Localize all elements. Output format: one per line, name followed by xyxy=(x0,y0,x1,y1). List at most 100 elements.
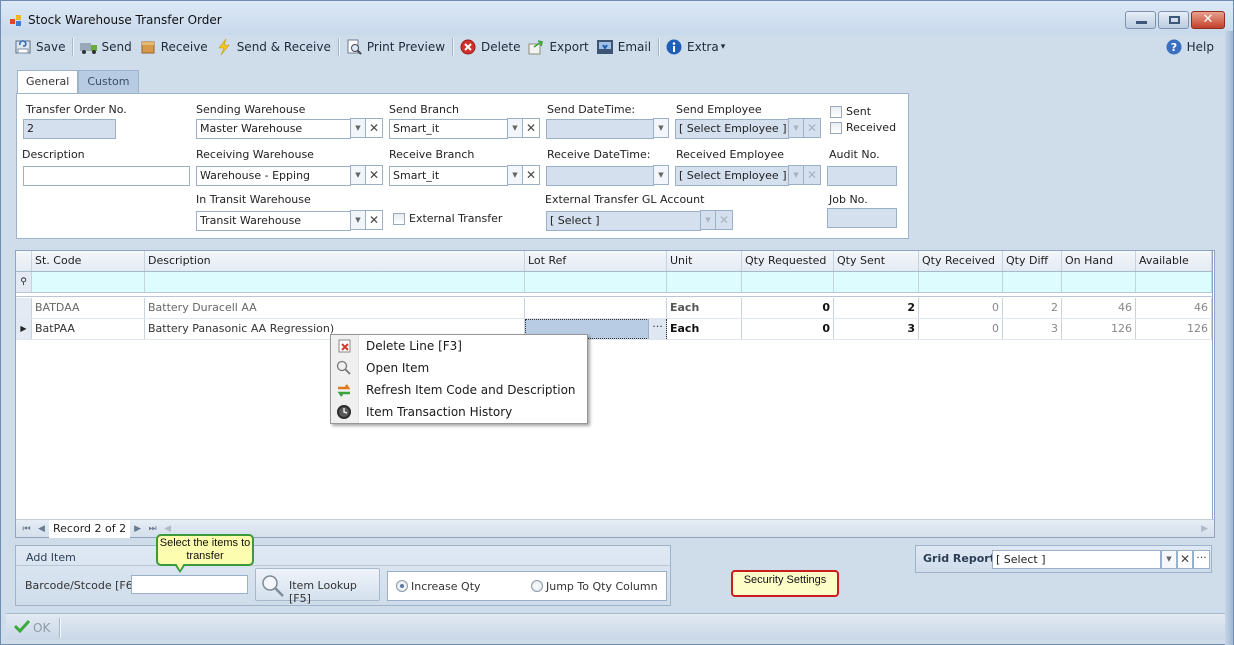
barcode-input[interactable] xyxy=(131,575,248,594)
sending-warehouse-select[interactable]: Master Warehouse xyxy=(196,119,351,139)
menu-item-transaction-history[interactable]: Item Transaction History xyxy=(331,401,587,423)
cell-qty-requested[interactable]: 0 xyxy=(742,298,834,318)
send-datetime-dropdown[interactable]: ▼ xyxy=(653,118,669,138)
send-and-receive-button[interactable]: Send & Receive xyxy=(212,36,335,58)
cell-qty-requested[interactable]: 0 xyxy=(742,319,834,339)
cell-qty-received[interactable]: 0 xyxy=(919,298,1003,318)
grid-filter-row[interactable]: ⚲ xyxy=(16,272,1213,293)
increase-qty-radio[interactable] xyxy=(396,580,408,592)
cell-st-code[interactable]: BATDAA xyxy=(32,298,145,318)
tab-general[interactable]: General xyxy=(17,70,79,94)
cell-qty-diff[interactable]: 3 xyxy=(1003,319,1062,339)
in-transit-warehouse-select[interactable]: Transit Warehouse xyxy=(196,211,351,231)
cell-unit[interactable]: Each xyxy=(667,298,742,318)
next-record-icon[interactable]: ▶ xyxy=(130,524,145,534)
close-button[interactable]: ✕ xyxy=(1191,11,1225,29)
scroll-right-icon[interactable]: ▶ xyxy=(1201,524,1208,534)
grid-report-clear[interactable]: ✕ xyxy=(1177,550,1193,569)
send-branch-select[interactable]: Smart_it xyxy=(389,119,508,139)
received-employee-clear[interactable]: ✕ xyxy=(803,165,821,185)
menu-item-delete-line[interactable]: Delete Line [F3] xyxy=(331,335,587,357)
filter-cell[interactable] xyxy=(1062,272,1136,292)
cell-lot-ref[interactable] xyxy=(525,298,667,318)
filter-cell[interactable] xyxy=(145,272,525,292)
receive-branch-dropdown[interactable]: ▼ xyxy=(507,165,523,185)
send-employee-select[interactable]: [ Select Employee ] xyxy=(675,119,789,139)
column-header-qty-received[interactable]: Qty Received xyxy=(919,251,1003,271)
last-record-icon[interactable]: ⏭ xyxy=(145,524,160,534)
cell-qty-sent[interactable]: 2 xyxy=(834,298,919,318)
sending-warehouse-clear[interactable]: ✕ xyxy=(365,118,383,138)
menu-item-open-item[interactable]: Open Item xyxy=(331,357,587,379)
external-transfer-checkbox[interactable] xyxy=(393,213,405,225)
column-header-st-code[interactable]: St. Code xyxy=(32,251,145,271)
external-gl-account-select[interactable]: [ Select ] xyxy=(546,211,701,231)
cell-qty-sent[interactable]: 3 xyxy=(834,319,919,339)
delete-button[interactable]: Delete xyxy=(456,36,524,58)
tab-custom[interactable]: Custom xyxy=(78,70,139,93)
filter-cell[interactable] xyxy=(834,272,919,292)
external-gl-account-dropdown[interactable]: ▼ xyxy=(700,210,716,230)
extra-menu-button[interactable]: Extra ▾ xyxy=(662,36,729,58)
column-header-on-hand[interactable]: On Hand xyxy=(1062,251,1136,271)
cell-st-code[interactable]: BatPAA xyxy=(32,319,145,339)
send-button[interactable]: Send xyxy=(76,36,135,58)
send-employee-clear[interactable]: ✕ xyxy=(803,118,821,138)
table-row[interactable]: ▶ BatPAA Battery Panasonic AA Regression… xyxy=(16,319,1213,340)
column-header-qty-diff[interactable]: Qty Diff xyxy=(1003,251,1062,271)
send-datetime-field[interactable] xyxy=(546,119,654,139)
receive-branch-clear[interactable]: ✕ xyxy=(522,165,540,185)
table-row[interactable]: BATDAA Battery Duracell AA Each 0 2 0 2 … xyxy=(16,298,1213,319)
receive-branch-select[interactable]: Smart_it xyxy=(389,166,508,186)
column-header-qty-sent[interactable]: Qty Sent xyxy=(834,251,919,271)
filter-cell[interactable] xyxy=(742,272,834,292)
received-employee-select[interactable]: [ Select Employee ] xyxy=(675,166,789,186)
ok-button[interactable]: OK xyxy=(13,619,50,636)
cell-on-hand[interactable]: 126 xyxy=(1062,319,1136,339)
filter-cell[interactable] xyxy=(32,272,145,292)
print-preview-button[interactable]: Print Preview xyxy=(342,36,449,58)
receiving-warehouse-dropdown[interactable]: ▼ xyxy=(350,165,366,185)
export-button[interactable]: Export xyxy=(524,36,592,58)
column-header-qty-requested[interactable]: Qty Requested xyxy=(742,251,834,271)
send-employee-dropdown[interactable]: ▼ xyxy=(788,118,804,138)
email-button[interactable]: Email xyxy=(593,36,655,58)
menu-item-refresh-item[interactable]: Refresh Item Code and Description xyxy=(331,379,587,401)
grid-report-select[interactable]: [ Select ] xyxy=(992,550,1161,569)
filter-cell[interactable] xyxy=(667,272,742,292)
column-header-lot-ref[interactable]: Lot Ref xyxy=(525,251,667,271)
filter-cell[interactable] xyxy=(1136,272,1212,292)
receiving-warehouse-clear[interactable]: ✕ xyxy=(365,165,383,185)
scroll-left-icon[interactable]: ◀ xyxy=(160,524,175,534)
external-gl-account-clear[interactable]: ✕ xyxy=(715,210,733,230)
in-transit-warehouse-clear[interactable]: ✕ xyxy=(365,210,383,230)
filter-cell[interactable] xyxy=(1003,272,1062,292)
cell-qty-received[interactable]: 0 xyxy=(919,319,1003,339)
send-branch-clear[interactable]: ✕ xyxy=(522,118,540,138)
filter-cell[interactable] xyxy=(525,272,667,292)
cell-available[interactable]: 46 xyxy=(1136,298,1212,318)
cell-description[interactable]: Battery Duracell AA xyxy=(145,298,525,318)
lot-ref-ellipsis-button[interactable]: ··· xyxy=(648,319,666,339)
cell-on-hand[interactable]: 46 xyxy=(1062,298,1136,318)
column-header-unit[interactable]: Unit xyxy=(667,251,742,271)
filter-cell[interactable] xyxy=(919,272,1003,292)
first-record-icon[interactable]: ⏮ xyxy=(19,524,34,534)
in-transit-warehouse-dropdown[interactable]: ▼ xyxy=(350,210,366,230)
received-employee-dropdown[interactable]: ▼ xyxy=(788,165,804,185)
grid-report-dropdown[interactable]: ▼ xyxy=(1161,550,1177,569)
receiving-warehouse-select[interactable]: Warehouse - Epping xyxy=(196,166,351,186)
receive-datetime-dropdown[interactable]: ▼ xyxy=(653,165,669,185)
minimize-button[interactable] xyxy=(1125,11,1156,29)
description-input[interactable] xyxy=(23,166,190,186)
cell-unit[interactable]: Each xyxy=(667,319,742,339)
save-button[interactable]: Save xyxy=(11,36,69,58)
jump-to-qty-radio[interactable] xyxy=(531,580,543,592)
grid-report-ellipsis-button[interactable]: ··· xyxy=(1193,550,1210,569)
cell-available[interactable]: 126 xyxy=(1136,319,1212,339)
send-branch-dropdown[interactable]: ▼ xyxy=(507,118,523,138)
receive-datetime-field[interactable] xyxy=(546,166,654,186)
sent-checkbox[interactable] xyxy=(830,106,842,118)
previous-record-icon[interactable]: ◀ xyxy=(34,524,49,534)
item-lookup-button[interactable]: Item Lookup [F5] xyxy=(255,568,380,605)
